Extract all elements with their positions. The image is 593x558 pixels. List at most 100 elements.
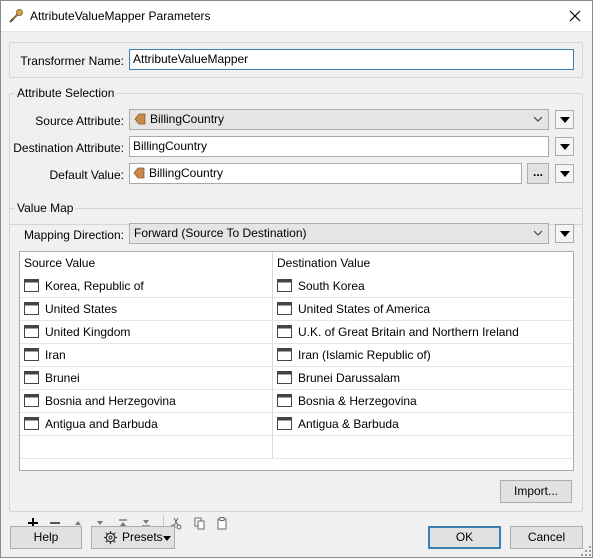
source-cell[interactable]: Brunei [20,367,272,389]
destination-attribute-input[interactable]: BillingCountry [129,136,549,157]
source-value: Iran [45,348,66,362]
text-value-icon [24,279,39,292]
table-row[interactable]: Brunei Brunei Darussalam [20,367,573,390]
source-value: United Kingdom [45,325,131,339]
value-map-title: Value Map [15,201,76,215]
destination-value: Brunei Darussalam [298,371,401,385]
source-cell[interactable]: United States [20,298,272,320]
destination-cell[interactable]: U.K. of Great Britain and Northern Irela… [273,321,573,343]
table-row[interactable]: Korea, Republic of South Korea [20,275,573,298]
copy-button[interactable] [190,514,208,532]
source-value: Antigua and Barbuda [45,417,158,431]
source-value: Korea, Republic of [45,279,144,293]
help-button[interactable]: Help [10,526,82,549]
text-value-icon [24,325,39,338]
attribute-tag-icon [133,167,145,179]
default-value-text: BillingCountry [149,166,224,180]
value-map-table: Source Value Destination Value Korea, Re… [19,251,574,471]
column-header-source[interactable]: Source Value [24,256,95,270]
default-value-menu-button[interactable] [555,164,574,183]
transformer-name-input[interactable]: AttributeValueMapper [129,49,574,70]
source-value: United States [45,302,118,316]
destination-value: Bosnia & Herzegovina [298,394,417,408]
close-button[interactable] [563,4,587,28]
source-value: Bosnia and Herzegovina [45,394,176,408]
default-value-input[interactable]: BillingCountry [129,163,522,184]
text-value-icon [24,394,39,407]
copy-icon [194,517,205,530]
column-header-destination[interactable]: Destination Value [277,256,370,270]
gear-icon [103,530,118,545]
destination-cell[interactable]: Antigua & Barbuda [273,413,573,435]
text-value-icon [277,417,292,430]
destination-cell[interactable]: Brunei Darussalam [273,367,573,389]
mapping-direction-select[interactable]: Forward (Source To Destination) [129,223,549,244]
source-cell[interactable]: United Kingdom [20,321,272,343]
table-row[interactable]: Iran Iran (Islamic Republic of) [20,344,573,367]
source-cell[interactable]: Bosnia and Herzegovina [20,390,272,412]
destination-value: U.K. of Great Britain and Northern Irela… [298,325,519,339]
text-value-icon [24,417,39,430]
text-value-icon [277,325,292,338]
text-value-icon [24,371,39,384]
text-value-icon [24,348,39,361]
destination-attribute-label: Destination Attribute: [13,141,124,155]
destination-attribute-menu-button[interactable] [555,137,574,156]
destination-cell[interactable]: United States of America [273,298,573,320]
table-header: Source Value Destination Value [20,252,573,274]
empty-row[interactable] [20,436,573,459]
triangle-down-icon [560,144,570,150]
browse-button[interactable]: ... [527,163,549,184]
chevron-down-icon [533,116,543,122]
transformer-name-label: Transformer Name: [20,54,124,68]
text-value-icon [277,348,292,361]
table-row[interactable]: United Kingdom U.K. of Great Britain and… [20,321,573,344]
table-row[interactable]: Antigua and Barbuda Antigua & Barbuda [20,413,573,436]
text-value-icon [277,371,292,384]
table-row[interactable]: Bosnia and Herzegovina Bosnia & Herzegov… [20,390,573,413]
presets-label: Presets [122,530,163,544]
paste-button[interactable] [213,514,231,532]
paste-icon [217,517,227,530]
close-icon [569,10,581,22]
source-cell[interactable]: Antigua and Barbuda [20,413,272,435]
source-attribute-value: BillingCountry [150,112,225,126]
triangle-down-icon [560,117,570,123]
destination-cell[interactable]: South Korea [273,275,573,297]
triangle-down-icon [560,171,570,177]
default-value-label: Default Value: [49,168,125,182]
source-attribute-menu-button[interactable] [555,110,574,129]
title-bar: AttributeValueMapper Parameters [0,0,593,32]
text-value-icon [277,302,292,315]
destination-value: Iran (Islamic Republic of) [298,348,431,362]
chevron-down-icon [533,230,543,236]
destination-value: Antigua & Barbuda [298,417,399,431]
triangle-down-icon [560,231,570,237]
mapping-direction-value: Forward (Source To Destination) [134,226,307,240]
source-attribute-label: Source Attribute: [35,114,124,128]
import-button[interactable]: Import... [500,480,572,503]
destination-cell[interactable]: Bosnia & Herzegovina [273,390,573,412]
resize-grip-icon[interactable] [581,546,591,556]
mapping-direction-menu-button[interactable] [555,224,574,243]
table-row[interactable]: United States United States of America [20,298,573,321]
destination-value: South Korea [298,279,365,293]
source-cell[interactable]: Iran [20,344,272,366]
attribute-tag-icon [134,113,146,125]
cancel-button[interactable]: Cancel [510,526,583,549]
destination-value: United States of America [298,302,431,316]
ok-button[interactable]: OK [428,526,501,549]
source-cell[interactable]: Korea, Republic of [20,275,272,297]
source-attribute-select[interactable]: BillingCountry [129,109,549,130]
destination-cell[interactable]: Iran (Islamic Republic of) [273,344,573,366]
window-title: AttributeValueMapper Parameters [30,9,211,23]
dialog-body: Transformer Name: AttributeValueMapper A… [0,32,593,558]
source-value: Brunei [45,371,80,385]
attribute-selection-title: Attribute Selection [15,86,117,100]
text-value-icon [24,302,39,315]
text-value-icon [277,279,292,292]
presets-button[interactable]: Presets [91,526,175,549]
text-value-icon [277,394,292,407]
transformer-icon [8,8,24,24]
mapping-direction-label: Mapping Direction: [23,228,124,242]
